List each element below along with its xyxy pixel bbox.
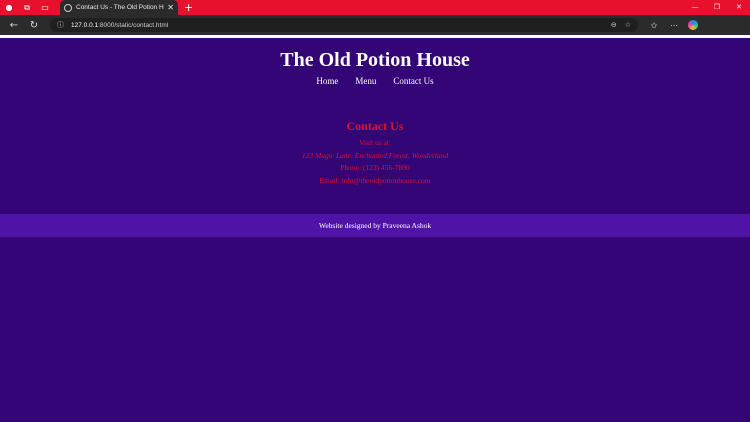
browser-right-tools: ✩ ⋯ (644, 21, 684, 30)
more-options-icon[interactable]: ⋯ (664, 21, 684, 30)
url-path: :8000/static/contact.html (98, 21, 169, 29)
tab-close-icon[interactable]: ✕ (167, 3, 174, 12)
nav-link-menu[interactable]: Menu (355, 76, 376, 86)
address-bar[interactable]: ⓘ 127.0.0.1:8000/static/contact.html ⊖ ☆ (50, 18, 638, 32)
url-text: 127.0.0.1:8000/static/contact.html (71, 22, 603, 29)
tab-actions-icon[interactable]: ▭ (36, 0, 54, 15)
nav-link-contact[interactable]: Contact Us (393, 76, 433, 86)
site-title: The Old Potion House (280, 49, 470, 71)
contact-section: Contact Us Visit us at: 123 Magic Lane, … (0, 119, 750, 188)
contact-phone: Phone: (123) 456-7890 (340, 163, 410, 173)
contact-email: Email: info@theoldpotionhouse.com (319, 176, 431, 186)
refresh-icon[interactable]: ↻ (24, 20, 44, 31)
browser-toolbar: ← ↻ ⓘ 127.0.0.1:8000/static/contact.html… (0, 15, 750, 35)
site-footer: Website designed by Praveena Ashok (0, 214, 750, 237)
minimize-icon[interactable]: — (684, 0, 706, 15)
new-tab-button[interactable]: + (184, 1, 193, 14)
site-header: The Old Potion House Home Menu Contact U… (0, 38, 750, 86)
site-nav: Home Menu Contact Us (0, 76, 750, 86)
profile-avatar-icon[interactable]: ● (0, 0, 18, 15)
workspaces-icon[interactable]: ⧉ (18, 0, 36, 15)
window-controls: — ❐ ✕ (684, 0, 750, 15)
footer-credit: Website designed by Praveena Ashok (318, 221, 432, 230)
contact-address: 123 Magic Lane, Enchanted Forest, Wonder… (301, 150, 449, 160)
zoom-icon[interactable]: ⊖ (611, 21, 617, 29)
restore-icon[interactable]: ❐ (706, 0, 728, 15)
favorite-star-icon[interactable]: ☆ (625, 21, 631, 29)
url-host: 127.0.0.1 (71, 21, 99, 29)
favorites-icon[interactable]: ✩ (644, 21, 664, 30)
nav-link-home[interactable]: Home (316, 76, 338, 86)
tab-title: Contact Us - The Old Potion House (76, 4, 164, 11)
back-icon[interactable]: ← (4, 20, 24, 31)
copilot-icon[interactable] (688, 20, 698, 30)
browser-tab-bar: ● ⧉ ▭ Contact Us - The Old Potion House … (0, 0, 750, 15)
globe-icon (64, 3, 72, 12)
contact-heading: Contact Us (346, 119, 404, 133)
site-info-icon[interactable]: ⓘ (57, 20, 64, 30)
visit-label: Visit us at: (358, 138, 392, 147)
close-window-icon[interactable]: ✕ (728, 0, 750, 15)
browser-tab-active[interactable]: Contact Us - The Old Potion House ✕ (60, 0, 178, 15)
